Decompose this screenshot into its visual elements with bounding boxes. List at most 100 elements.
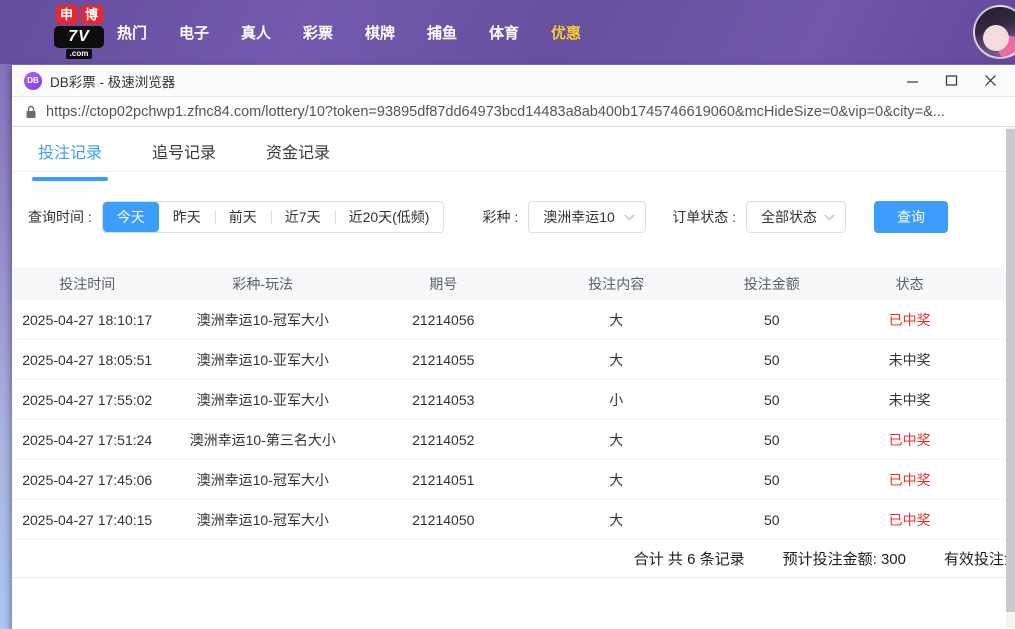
lottery-select-value: 澳洲幸运10 xyxy=(543,209,615,225)
vertical-scrollbar[interactable] xyxy=(1006,127,1015,628)
chevron-down-icon xyxy=(824,213,835,221)
cell-issue: 21214055 xyxy=(412,351,475,368)
table-row[interactable]: 2025-04-27 18:05:51 澳洲幸运10-亚军大小 21214055 大 5… xyxy=(12,340,1015,380)
cell-time: 2025-04-27 17:51:24 xyxy=(22,431,153,448)
column-header: 投注金额 xyxy=(743,275,800,292)
summary-bar: 合计 共 6 条记录 预计投注金额: 300 有效投注金 xyxy=(12,540,1015,578)
cell-status: 已中奖 xyxy=(888,431,931,448)
query-button[interactable]: 查询 xyxy=(874,201,949,233)
nav-item-lottery[interactable]: 彩票 xyxy=(302,22,334,43)
cell-game: 澳洲幸运10-亚军大小 xyxy=(196,391,329,408)
close-button[interactable] xyxy=(984,74,997,87)
table-header-row: 投注时间 彩种-玩法 期号 投注内容 投注金额 状态 xyxy=(12,267,1015,300)
lock-icon xyxy=(25,105,37,119)
time-filter-group: 今天 昨天 前天 近7天 近20天(低频) xyxy=(101,201,445,233)
cell-time: 2025-04-27 18:05:51 xyxy=(22,351,153,368)
order-status-value: 全部状态 xyxy=(761,209,818,225)
cell-amount: 50 xyxy=(763,471,780,488)
logo-brand: 7V xyxy=(54,26,104,48)
column-header: 状态 xyxy=(895,275,924,292)
time-filter-label: 查询时间 : xyxy=(28,209,92,225)
cell-amount: 50 xyxy=(763,391,780,408)
column-header: 期号 xyxy=(429,275,458,292)
logo-domain: .com xyxy=(65,49,93,59)
nav-item-live[interactable]: 真人 xyxy=(240,22,272,43)
filter-bar: 查询时间 : 今天 昨天 前天 近7天 近20天(低频) 彩种 : 澳洲幸运10 订单状… xyxy=(12,201,1015,233)
nav-item-slots[interactable]: 电子 xyxy=(178,22,210,43)
table-row[interactable]: 2025-04-27 17:51:24 澳洲幸运10-第三名大小 21214052 大… xyxy=(12,420,1015,460)
summary-valid-amount: 有效投注金 xyxy=(943,551,1015,568)
bet-records-table: 投注时间 彩种-玩法 期号 投注内容 投注金额 状态 2025-04-27 18:10:1… xyxy=(12,267,1015,540)
site-logo[interactable]: 申 博 7V .com xyxy=(54,5,104,59)
cell-status: 已中奖 xyxy=(888,311,931,328)
window-controls xyxy=(906,74,1005,87)
nav-item-chess[interactable]: 棋牌 xyxy=(364,22,396,43)
minimize-button[interactable] xyxy=(906,74,919,87)
window-title: DB彩票 - 极速浏览器 xyxy=(50,74,176,90)
maximize-button[interactable] xyxy=(945,74,958,87)
nav-item-sports[interactable]: 体育 xyxy=(488,22,520,43)
cell-game: 澳洲幸运10-冠军大小 xyxy=(196,471,329,488)
cell-time: 2025-04-27 17:55:02 xyxy=(22,391,153,408)
status-filter-label: 订单状态 : xyxy=(672,209,737,225)
cell-amount: 50 xyxy=(763,431,780,448)
nav-item-fishing[interactable]: 捕鱼 xyxy=(426,22,458,43)
browser-window: DB DB彩票 - 极速浏览器 https://ctop02pchwp1.zfn… xyxy=(12,65,1015,629)
cell-content: 大 xyxy=(609,471,624,488)
cell-content: 大 xyxy=(609,311,624,328)
cell-amount: 50 xyxy=(763,511,780,528)
order-status-select[interactable]: 全部状态 xyxy=(746,201,847,233)
cell-content: 小 xyxy=(609,391,624,408)
site-favicon-icon: DB xyxy=(24,71,42,90)
column-header: 彩种-玩法 xyxy=(232,275,294,292)
tab-chase-records[interactable]: 追号记录 xyxy=(152,139,216,171)
cell-issue: 21214053 xyxy=(412,391,475,408)
cell-issue: 21214051 xyxy=(412,471,475,488)
table-row[interactable]: 2025-04-27 17:40:15 澳洲幸运10-冠军大小 21214050 大 5… xyxy=(12,500,1015,540)
logo-char-2: 博 xyxy=(80,5,103,24)
nav-item-hot[interactable]: 热门 xyxy=(116,22,148,43)
address-bar[interactable]: https://ctop02pchwp1.zfnc84.com/lottery/… xyxy=(12,97,1015,127)
summary-record-count: 合计 共 6 条记录 xyxy=(633,551,745,568)
scrollbar-thumb[interactable] xyxy=(1006,129,1015,612)
tab-bet-records[interactable]: 投注记录 xyxy=(31,139,109,181)
cell-game: 澳洲幸运10-冠军大小 xyxy=(196,511,329,528)
cell-time: 2025-04-27 18:10:17 xyxy=(22,311,153,328)
cell-time: 2025-04-27 17:45:06 xyxy=(22,471,153,488)
cell-status: 未中奖 xyxy=(888,391,931,408)
user-avatar[interactable] xyxy=(973,5,1015,59)
chevron-down-icon xyxy=(624,213,635,221)
cell-game: 澳洲幸运10-冠军大小 xyxy=(196,311,329,328)
logo-top-row: 申 博 xyxy=(55,5,103,24)
main-nav: 热门 电子 真人 彩票 棋牌 捕鱼 体育 优惠 xyxy=(116,22,582,43)
window-titlebar[interactable]: DB DB彩票 - 极速浏览器 xyxy=(12,65,1015,97)
cell-issue: 21214050 xyxy=(412,511,475,528)
record-tabs: 投注记录 追号记录 资金记录 xyxy=(12,127,1015,181)
table-row[interactable]: 2025-04-27 17:45:06 澳洲幸运10-冠军大小 21214051 大 5… xyxy=(12,460,1015,500)
table-body: 2025-04-27 18:10:17 澳洲幸运10-冠军大小 21214056 大 5… xyxy=(12,300,1015,540)
cell-issue: 21214056 xyxy=(412,311,475,328)
cell-status: 未中奖 xyxy=(888,351,931,368)
url-text: https://ctop02pchwp1.zfnc84.com/lottery/… xyxy=(46,103,945,120)
time-option-today[interactable]: 今天 xyxy=(102,202,159,232)
column-header: 投注时间 xyxy=(59,275,116,292)
cell-amount: 50 xyxy=(763,351,780,368)
table-row[interactable]: 2025-04-27 18:10:17 澳洲幸运10-冠军大小 21214056 大 5… xyxy=(12,300,1015,340)
cell-game: 澳洲幸运10-亚军大小 xyxy=(196,351,329,368)
time-option-last-7-days[interactable]: 近7天 xyxy=(270,202,335,232)
tab-fund-records[interactable]: 资金记录 xyxy=(266,139,330,171)
page-content: 投注记录 追号记录 资金记录 查询时间 : 今天 昨天 前天 近7天 近20天(低频) 彩种… xyxy=(12,127,1015,628)
logo-char-1: 申 xyxy=(55,5,78,24)
page-root: 申 博 7V .com 热门 电子 真人 彩票 棋牌 捕鱼 体育 优惠 DB DB彩票 - 极… xyxy=(0,0,1015,629)
cell-amount: 50 xyxy=(763,311,780,328)
time-option-day-before[interactable]: 前天 xyxy=(214,202,271,232)
time-option-yesterday[interactable]: 昨天 xyxy=(159,202,215,232)
cell-issue: 21214052 xyxy=(412,431,475,448)
top-navbar: 申 博 7V .com 热门 电子 真人 彩票 棋牌 捕鱼 体育 优惠 xyxy=(0,0,1015,64)
cell-content: 大 xyxy=(609,431,624,448)
nav-item-promo[interactable]: 优惠 xyxy=(550,22,582,43)
cell-content: 大 xyxy=(609,511,624,528)
lottery-select[interactable]: 澳洲幸运10 xyxy=(528,201,647,233)
time-option-last-20-days[interactable]: 近20天(低频) xyxy=(334,202,444,232)
table-row[interactable]: 2025-04-27 17:55:02 澳洲幸运10-亚军大小 21214053 小 5… xyxy=(12,380,1015,420)
